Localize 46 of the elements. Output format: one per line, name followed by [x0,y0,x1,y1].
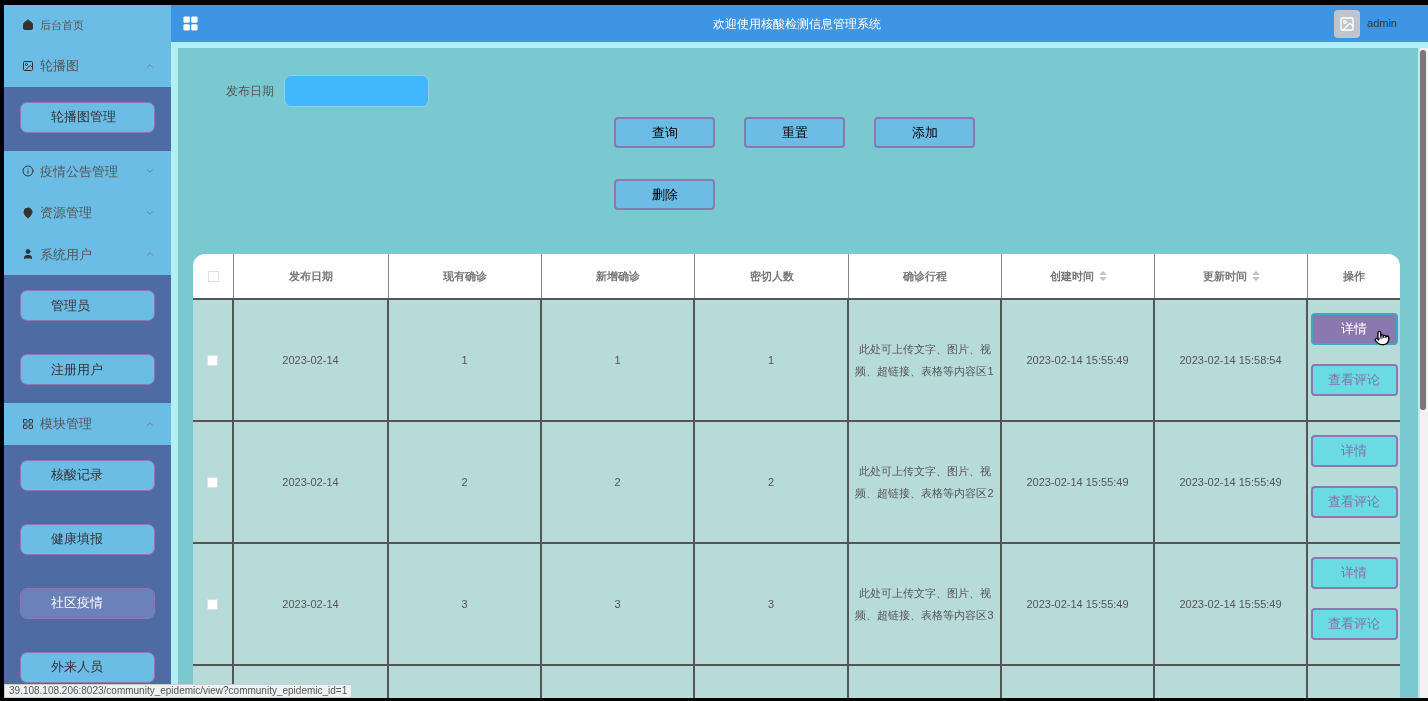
scrollbar[interactable] [1420,48,1428,698]
submenu-item[interactable]: 核酸记录 [20,459,155,491]
column-header: 操作 [1342,268,1366,284]
action-button[interactable]: 添加 [874,117,975,148]
checkbox[interactable] [207,354,218,366]
system-title: 欢迎使用核酸检测信息管理系统 [711,15,882,33]
details-button[interactable]: 详情 [1310,313,1398,345]
submenu-item[interactable]: 管理员 [20,290,155,321]
comments-button[interactable]: 查看评论 [1310,608,1398,640]
action-button[interactable]: 删除 [614,179,715,210]
submenu-item[interactable]: 外来人员 [20,651,155,683]
image-icon [1339,15,1356,32]
sidebar-item[interactable]: 资源管理 [4,192,171,234]
pin-icon [22,206,34,219]
submenu-item[interactable]: 注册用户 [20,354,155,385]
picture-icon [22,59,34,72]
action-button[interactable]: 重置 [744,117,845,148]
details-button[interactable]: 详情 [1310,557,1398,589]
checkbox[interactable] [207,270,219,282]
sidebar-item[interactable]: 轮播图 [4,45,171,87]
sort-icon[interactable] [1251,271,1260,281]
home-icon [22,19,34,31]
avatar[interactable] [1334,9,1361,38]
sort-icon[interactable] [1098,271,1107,281]
status-bar: 39.108.108.206:8023/community_epidemic/view?community_epidemic_id=1 [4,684,353,698]
checkbox[interactable] [207,598,218,610]
info-icon [22,165,34,178]
sidebar-item[interactable]: 模块管理 [4,403,171,445]
sidebar-item[interactable]: 系统用户 [4,233,171,275]
comments-button[interactable]: 查看评论 [1310,364,1398,396]
sidebar-item[interactable]: 疫情公告管理 [4,150,171,192]
action-button[interactable]: 查询 [614,117,715,148]
menu-icon[interactable] [182,15,199,32]
user-icon [22,248,34,261]
submenu-item[interactable]: 健康填报 [20,523,155,555]
user-name: admin [1367,16,1397,32]
details-button[interactable]: 详情 [1310,435,1398,467]
comments-button[interactable]: 查看评论 [1310,486,1398,518]
field-label: 发布日期 [226,83,274,100]
cursor-icon [1374,330,1390,346]
checkbox[interactable] [207,476,218,488]
submenu-item[interactable]: 社区疫情 [20,587,155,619]
sidebar-item[interactable]: 后台首页 [4,5,171,45]
submenu-item[interactable]: 轮播图管理 [20,101,155,133]
grid-icon [22,417,34,430]
date-field[interactable] [284,75,429,107]
